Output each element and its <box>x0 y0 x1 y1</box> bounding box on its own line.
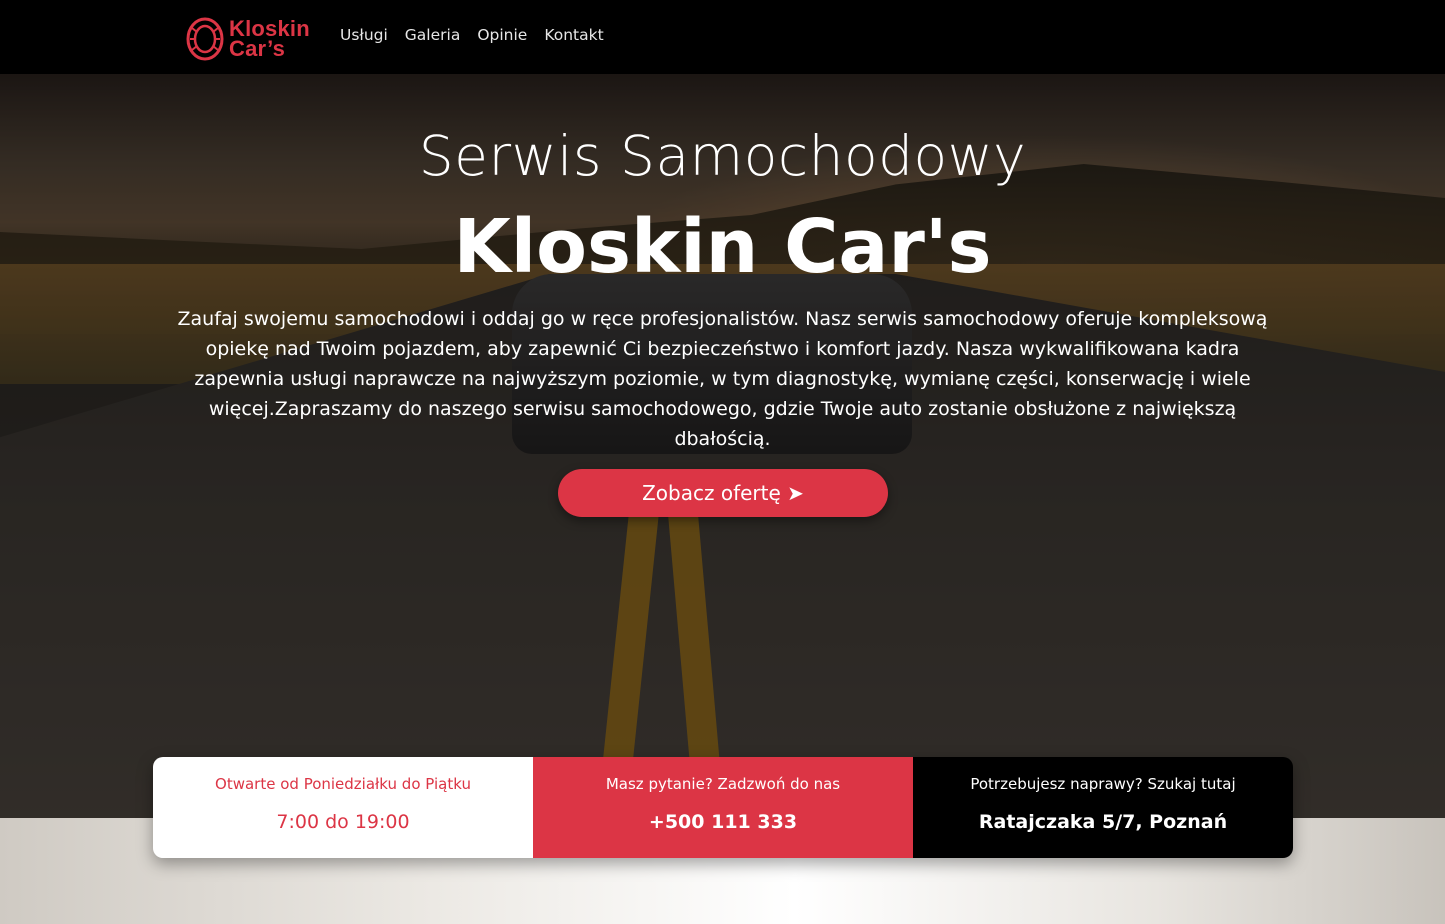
tire-icon <box>186 17 224 61</box>
info-bar: Otwarte od Poniedziałku do Piątku 7:00 d… <box>153 757 1293 858</box>
hero-section: Serwis Samochodowy Kloskin Car's Zaufaj … <box>0 74 1445 818</box>
hero-subtitle: Serwis Samochodowy <box>418 124 1027 188</box>
phone-number[interactable]: +500 111 333 <box>649 811 797 833</box>
phone-label: Masz pytanie? Zadzwoń do nas <box>605 775 841 793</box>
phone-card: Masz pytanie? Zadzwoń do nas +500 111 33… <box>533 757 913 858</box>
nav-link-kontakt[interactable]: Kontakt <box>544 26 603 44</box>
nav-menu: Usługi Galeria Opinie Kontakt <box>340 26 604 44</box>
nav-link-uslugi[interactable]: Usługi <box>340 26 388 44</box>
address-label: Potrzebujesz naprawy? Szukaj tutaj <box>970 775 1236 793</box>
nav-link-opinie[interactable]: Opinie <box>477 26 527 44</box>
nav-link-galeria[interactable]: Galeria <box>405 26 461 44</box>
hero-description: Zaufaj swojemu samochodowi i oddaj go w … <box>177 308 1268 450</box>
hero-title: Kloskin Car's <box>453 204 992 290</box>
see-offer-button[interactable]: Zobacz ofertę ➤ <box>558 469 888 517</box>
brand-line2: Car’s <box>229 36 286 61</box>
navbar: Kloskin Car’s Usługi Galeria Opinie Kont… <box>0 0 1445 74</box>
address-card: Potrzebujesz naprawy? Szukaj tutaj Rataj… <box>913 757 1293 858</box>
opening-hours-value: 7:00 do 19:00 <box>276 811 410 833</box>
brand-name: Kloskin Car’s <box>229 18 310 61</box>
opening-hours-label: Otwarte od Poniedziałku do Piątku <box>215 775 471 793</box>
brand-logo[interactable]: Kloskin Car’s <box>185 16 310 62</box>
opening-hours-card: Otwarte od Poniedziałku do Piątku 7:00 d… <box>153 757 533 858</box>
address-value: Ratajczaka 5/7, Poznań <box>978 811 1228 833</box>
